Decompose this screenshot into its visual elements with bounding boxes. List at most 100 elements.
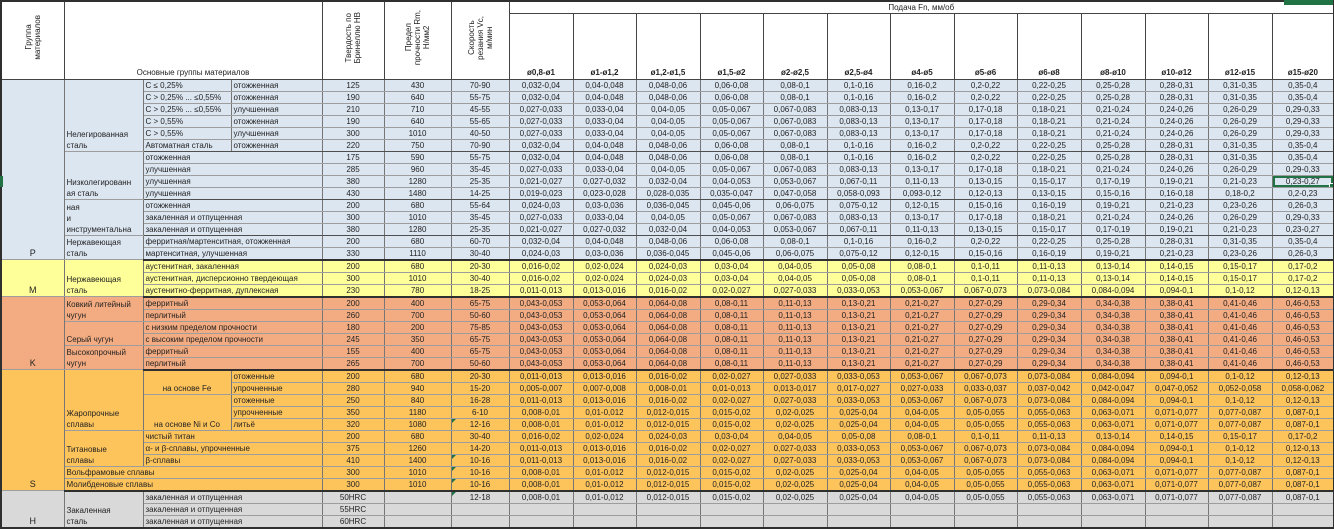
feed-cell[interactable]: 0,12-0,15 bbox=[890, 247, 954, 260]
feed-cell[interactable] bbox=[1272, 515, 1334, 528]
strength-cell[interactable]: 640 bbox=[384, 115, 451, 127]
feed-cell[interactable]: 0,005-0,007 bbox=[509, 382, 573, 394]
feed-cell[interactable]: 0,16-0,2 bbox=[890, 91, 954, 103]
feed-cell[interactable]: 0,21-0,23 bbox=[1145, 199, 1208, 211]
feed-cell[interactable]: 0,012-0,015 bbox=[636, 466, 700, 478]
feed-cell[interactable]: 0,23-0,26 bbox=[1208, 199, 1272, 211]
feed-cell[interactable]: 0,035-0,047 bbox=[700, 187, 763, 199]
feed-cell[interactable]: 0,1-0,11 bbox=[954, 260, 1017, 273]
feed-cell[interactable]: 0,11-0,13 bbox=[1017, 430, 1081, 442]
strength-cell[interactable]: 1010 bbox=[384, 466, 451, 478]
feed-cell[interactable]: 0,077-0,087 bbox=[1208, 478, 1272, 491]
feed-cell[interactable]: 0,24-0,26 bbox=[1145, 103, 1208, 115]
hardness-cell[interactable]: 300 bbox=[322, 211, 384, 223]
material-group-cell[interactable]: Нержавеющая сталь bbox=[64, 235, 143, 260]
hardness-cell[interactable]: 220 bbox=[322, 139, 384, 151]
hardness-cell[interactable]: 200 bbox=[322, 370, 384, 383]
strength-cell[interactable]: 400 bbox=[384, 345, 451, 357]
feed-cell[interactable]: 0,05-0,067 bbox=[700, 211, 763, 223]
feed-cell[interactable]: 0,26-0,29 bbox=[1208, 163, 1272, 175]
feed-cell[interactable]: 0,29-0,33 bbox=[1272, 127, 1334, 139]
feed-cell[interactable]: 0,11-0,13 bbox=[890, 223, 954, 235]
header-tensile-strength[interactable]: Предел прочности Rm, Н/мм2 bbox=[384, 1, 451, 79]
material-type-cell[interactable]: отожженная bbox=[231, 139, 322, 151]
hardness-cell[interactable]: 300 bbox=[322, 272, 384, 284]
strength-cell[interactable]: 590 bbox=[384, 151, 451, 163]
strength-cell[interactable]: 640 bbox=[384, 91, 451, 103]
feed-cell[interactable]: 0,021-0,027 bbox=[509, 175, 573, 187]
feed-cell[interactable]: 0,17-0,18 bbox=[954, 127, 1017, 139]
feed-cell[interactable]: 0,08-0,11 bbox=[700, 309, 763, 321]
material-group-cell[interactable]: Закаленная сталь bbox=[64, 491, 143, 528]
feed-cell[interactable]: 0,29-0,33 bbox=[1272, 103, 1334, 115]
speed-cell[interactable]: 55-65 bbox=[451, 115, 509, 127]
speed-cell[interactable]: 20-30 bbox=[451, 260, 509, 273]
hardness-cell[interactable]: 330 bbox=[322, 247, 384, 260]
feed-cell[interactable]: 0,29-0,33 bbox=[1272, 115, 1334, 127]
material-type-cell[interactable]: Автоматная сталь bbox=[143, 139, 231, 151]
strength-cell[interactable]: 960 bbox=[384, 163, 451, 175]
feed-cell[interactable]: 0,053-0,067 bbox=[763, 223, 827, 235]
feed-cell[interactable]: 0,052-0,058 bbox=[1208, 382, 1272, 394]
strength-cell[interactable]: 780 bbox=[384, 284, 451, 297]
speed-cell[interactable]: 70-90 bbox=[451, 79, 509, 91]
feed-cell[interactable]: 0,053-0,064 bbox=[573, 333, 636, 345]
speed-cell[interactable]: 50-60 bbox=[451, 309, 509, 321]
feed-cell[interactable]: 0,027-0,033 bbox=[763, 394, 827, 406]
feed-cell[interactable]: 0,25-0,28 bbox=[1081, 139, 1145, 151]
feed-cell[interactable]: 0,16-0,18 bbox=[1145, 187, 1208, 199]
feed-cell[interactable]: 0,21-0,27 bbox=[890, 321, 954, 333]
feed-cell[interactable]: 0,18-0,21 bbox=[1017, 115, 1081, 127]
feed-cell[interactable]: 0,13-0,21 bbox=[827, 309, 890, 321]
feed-cell[interactable]: 0,016-0,02 bbox=[509, 272, 573, 284]
feed-cell[interactable]: 0,048-0,06 bbox=[636, 139, 700, 151]
feed-cell[interactable]: 0,015-0,02 bbox=[700, 406, 763, 418]
strength-cell[interactable]: 750 bbox=[384, 139, 451, 151]
feed-cell[interactable]: 0,055-0,063 bbox=[1017, 478, 1081, 491]
feed-cell[interactable]: 0,35-0,4 bbox=[1272, 151, 1334, 163]
feed-cell[interactable]: 0,024-0,03 bbox=[509, 199, 573, 211]
speed-cell[interactable]: 12-16 bbox=[451, 418, 509, 430]
strength-cell[interactable]: 680 bbox=[384, 430, 451, 442]
feed-cell[interactable]: 0,13-0,14 bbox=[1081, 430, 1145, 442]
feed-cell[interactable]: 0,021-0,027 bbox=[509, 223, 573, 235]
feed-cell[interactable]: 0,053-0,064 bbox=[573, 297, 636, 310]
hardness-cell[interactable]: 410 bbox=[322, 454, 384, 466]
strength-cell[interactable]: 680 bbox=[384, 370, 451, 383]
feed-cell[interactable]: 0,06-0,08 bbox=[700, 139, 763, 151]
hardness-cell[interactable]: 190 bbox=[322, 115, 384, 127]
feed-cell[interactable]: 0,011-0,013 bbox=[509, 370, 573, 383]
feed-cell[interactable]: 0,032-0,04 bbox=[636, 223, 700, 235]
material-type-cell[interactable]: с низким пределом прочности bbox=[143, 321, 322, 333]
feed-cell[interactable]: 0,075-0,12 bbox=[827, 199, 890, 211]
feed-cell[interactable]: 0,008-0,01 bbox=[509, 406, 573, 418]
feed-cell[interactable]: 0,14-0,15 bbox=[1145, 430, 1208, 442]
material-group-cell[interactable]: Ковкий литейный чугун bbox=[64, 297, 143, 322]
feed-cell[interactable]: 0,04-0,048 bbox=[573, 151, 636, 163]
feed-cell[interactable]: 0,045-0,06 bbox=[700, 247, 763, 260]
feed-cell[interactable]: 0,094-0,1 bbox=[1145, 370, 1208, 383]
speed-cell[interactable]: 40-50 bbox=[451, 127, 509, 139]
feed-cell[interactable]: 0,24-0,26 bbox=[1145, 115, 1208, 127]
speed-cell[interactable]: 55-75 bbox=[451, 91, 509, 103]
feed-cell[interactable]: 0,067-0,083 bbox=[763, 115, 827, 127]
feed-cell[interactable]: 0,46-0,53 bbox=[1272, 321, 1334, 333]
feed-cell[interactable]: 0,27-0,29 bbox=[954, 357, 1017, 370]
feed-cell[interactable] bbox=[700, 515, 763, 528]
feed-cell[interactable]: 0,23-0,27 bbox=[1272, 175, 1334, 187]
feed-cell[interactable] bbox=[763, 515, 827, 528]
strength-cell[interactable]: 350 bbox=[384, 333, 451, 345]
feed-cell[interactable]: 0,093-0,12 bbox=[890, 187, 954, 199]
feed-cell[interactable]: 0,1-0,12 bbox=[1208, 370, 1272, 383]
feed-cell[interactable]: 0,05-0,067 bbox=[700, 115, 763, 127]
header-diameter-range[interactable]: ø5-ø6 bbox=[954, 13, 1017, 79]
feed-cell[interactable]: 0,46-0,53 bbox=[1272, 357, 1334, 370]
feed-cell[interactable]: 0,053-0,064 bbox=[573, 321, 636, 333]
feed-cell[interactable]: 0,08-0,11 bbox=[700, 321, 763, 333]
feed-cell[interactable]: 0,35-0,4 bbox=[1272, 79, 1334, 91]
strength-cell[interactable]: 1260 bbox=[384, 442, 451, 454]
feed-cell[interactable]: 0,13-0,21 bbox=[827, 357, 890, 370]
strength-cell[interactable]: 840 bbox=[384, 394, 451, 406]
feed-cell[interactable]: 0,02-0,025 bbox=[763, 466, 827, 478]
feed-cell[interactable]: 0,033-0,04 bbox=[573, 115, 636, 127]
